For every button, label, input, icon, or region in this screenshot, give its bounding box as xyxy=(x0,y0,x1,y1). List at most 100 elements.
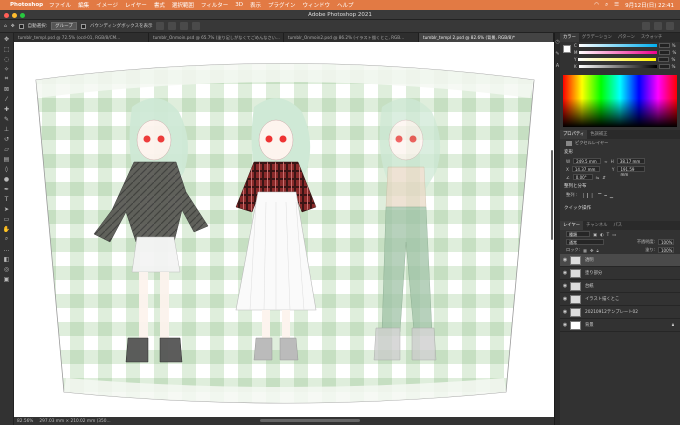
x-field[interactable]: 14.37 mm xyxy=(571,166,600,172)
tab-swatches[interactable]: スウォッチ xyxy=(638,33,665,42)
menu-3d[interactable]: 3D xyxy=(235,2,243,8)
menu-view[interactable]: 表示 xyxy=(250,1,261,9)
filter-shape-icon[interactable]: ▭ xyxy=(612,232,616,237)
layer-name[interactable]: 背景 xyxy=(585,322,594,328)
auto-select-target-dropdown[interactable]: グループ xyxy=(51,22,77,30)
lock-all-icon[interactable]: 🔒︎ xyxy=(596,248,598,253)
zoom-tool-icon[interactable]: ⌕ xyxy=(2,235,12,243)
link-icon[interactable]: ∞ xyxy=(604,159,608,164)
auto-select-checkbox[interactable] xyxy=(18,23,24,29)
tab-color[interactable]: カラー xyxy=(560,33,579,42)
search-icon[interactable]: ⌕ xyxy=(605,2,608,9)
document-tab-active[interactable]: tumblr_templ 2.psd @ 82.6% (背景, RGB/8)* xyxy=(419,33,554,42)
visibility-eye-icon[interactable]: ◉ xyxy=(560,257,570,263)
healing-brush-tool-icon[interactable]: ✚ xyxy=(2,105,12,113)
align-right-icon[interactable]: ▏ xyxy=(592,193,595,198)
layer-name[interactable]: イラスト描くとこ xyxy=(585,296,619,302)
marquee-tool-icon[interactable]: ⬚ xyxy=(2,45,12,53)
layer-name[interactable]: 透明 xyxy=(585,257,594,263)
magenta-slider[interactable]: M% xyxy=(560,49,680,56)
wifi-icon[interactable]: ◠ xyxy=(594,2,599,8)
frame-tool-icon[interactable]: ⊠ xyxy=(2,85,12,93)
color-spectrum[interactable] xyxy=(563,75,677,127)
cyan-slider[interactable]: C% xyxy=(560,42,680,49)
visibility-eye-icon[interactable]: ◉ xyxy=(560,296,570,302)
lock-position-icon[interactable]: ✥ xyxy=(590,248,594,253)
menu-plugins[interactable]: プラグイン xyxy=(268,1,296,9)
quick-mask-icon[interactable]: ◎ xyxy=(2,265,12,273)
align-left-icon[interactable]: ▕ xyxy=(580,193,583,198)
align-section-title[interactable]: 整列と分布 xyxy=(560,181,680,191)
menu-window[interactable]: ウィンドウ xyxy=(303,1,331,9)
document-tab[interactable]: tumblr_Onmoin.psd @ 65.7% (塗り足しがなくてごめんなさ… xyxy=(149,33,284,42)
opacity-field[interactable]: 100% xyxy=(658,239,674,245)
tab-layers[interactable]: レイヤー xyxy=(560,221,584,230)
close-window-button[interactable] xyxy=(4,13,9,18)
magenta-value[interactable] xyxy=(659,50,671,55)
lock-pixels-icon[interactable]: ▦ xyxy=(583,248,587,253)
tab-paths[interactable]: パス xyxy=(610,221,625,230)
yellow-slider[interactable]: Y% xyxy=(560,56,680,63)
more-tools-icon[interactable]: … xyxy=(2,245,12,253)
foreground-swatch[interactable] xyxy=(563,45,571,53)
cyan-value[interactable] xyxy=(658,43,670,48)
gradient-tool-icon[interactable]: ▤ xyxy=(2,155,12,163)
filter-adjust-icon[interactable]: ◐ xyxy=(600,232,604,237)
home-icon[interactable]: ⌂ xyxy=(4,24,7,29)
layer-row[interactable]: ◉ 背景 🔒︎ xyxy=(560,319,680,332)
tab-gradient[interactable]: グラデーション xyxy=(579,33,615,42)
align-bottom-icon[interactable]: ▁ xyxy=(610,193,613,198)
layer-filter-dropdown[interactable]: 種類 xyxy=(566,231,590,237)
distribute-icon[interactable] xyxy=(192,22,201,30)
align-top-icon[interactable]: ▔ xyxy=(598,193,601,198)
menu-image[interactable]: イメージ xyxy=(96,1,118,9)
visibility-eye-icon[interactable]: ◉ xyxy=(560,322,570,328)
layer-name[interactable]: 塗り部分 xyxy=(585,270,602,276)
pen-tool-icon[interactable]: ✒ xyxy=(2,185,12,193)
layer-name[interactable]: 台紙 xyxy=(585,283,594,289)
menubar-clock[interactable]: 9月12日(日) 22:41 xyxy=(625,1,674,9)
menu-help[interactable]: ヘルプ xyxy=(337,1,354,9)
fill-field[interactable]: 100% xyxy=(658,247,674,253)
visibility-eye-icon[interactable]: ◉ xyxy=(560,283,570,289)
tab-channels[interactable]: チャンネル xyxy=(583,221,610,230)
hand-tool-icon[interactable]: ✋ xyxy=(2,225,12,233)
flip-horizontal-icon[interactable]: ⇋ xyxy=(596,175,600,180)
transform-section-title[interactable]: 変形 xyxy=(560,147,680,157)
angle-field[interactable]: 0.00° xyxy=(572,174,593,180)
visibility-eye-icon[interactable]: ◉ xyxy=(560,309,570,315)
blur-tool-icon[interactable]: ◊ xyxy=(2,165,12,173)
eraser-tool-icon[interactable]: ▱ xyxy=(2,145,12,153)
app-name[interactable]: Photoshop xyxy=(10,2,43,8)
layer-row[interactable]: ◉ イラスト描くとこ xyxy=(560,293,680,306)
magic-wand-tool-icon[interactable]: ✧ xyxy=(2,65,12,73)
filter-pixel-icon[interactable]: ▣ xyxy=(593,232,597,237)
horizontal-scrollbar[interactable] xyxy=(260,419,360,422)
control-center-icon[interactable]: ☰ xyxy=(614,2,619,8)
layer-name[interactable]: 20210912テンプレート02 xyxy=(585,309,638,315)
share-icon[interactable] xyxy=(666,22,674,30)
yellow-value[interactable] xyxy=(658,57,670,62)
document-size[interactable]: 297.03 mm × 210.02 mm (350... xyxy=(39,419,110,424)
black-slider[interactable]: K% xyxy=(560,63,680,70)
black-value[interactable] xyxy=(658,64,670,69)
type-tool-icon[interactable]: T xyxy=(2,195,12,203)
move-tool-icon[interactable]: ✥ xyxy=(2,35,12,43)
clone-stamp-tool-icon[interactable]: ⊥ xyxy=(2,125,12,133)
align-right-icon[interactable] xyxy=(180,22,189,30)
brush-tool-icon[interactable]: ✎ xyxy=(2,115,12,123)
menu-edit[interactable]: 編集 xyxy=(78,1,89,9)
dodge-tool-icon[interactable]: ● xyxy=(2,175,12,183)
screen-mode-icon[interactable]: ▣ xyxy=(2,275,12,283)
zoom-level[interactable]: 82.56% xyxy=(17,419,33,424)
transform-controls-checkbox[interactable] xyxy=(80,23,86,29)
vertical-scrollbar[interactable] xyxy=(551,150,553,240)
align-center-icon[interactable] xyxy=(168,22,177,30)
color-swatches-icon[interactable]: ◧ xyxy=(2,255,12,263)
layer-row[interactable]: ◉ 台紙 xyxy=(560,280,680,293)
align-hcenter-icon[interactable]: ┃ xyxy=(586,193,589,198)
layer-row[interactable]: ◉ 塗り部分 xyxy=(560,267,680,280)
rectangle-tool-icon[interactable]: ▭ xyxy=(2,215,12,223)
y-field[interactable]: 191.59 mm xyxy=(617,166,646,177)
tab-adjustments[interactable]: 色調補正 xyxy=(587,130,610,139)
